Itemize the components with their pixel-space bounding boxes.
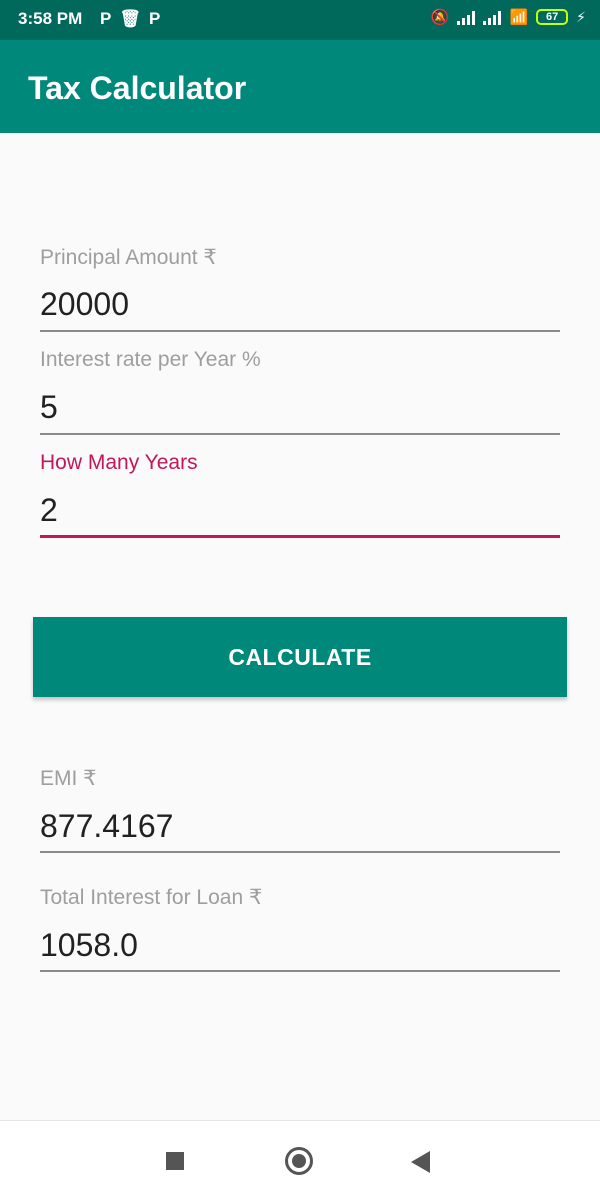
recents-icon[interactable] — [166, 1152, 184, 1170]
status-time: 3:58 PM — [18, 9, 83, 28]
parking-app-icon-2: P — [148, 9, 169, 28]
battery-icon: 67 — [536, 9, 569, 25]
status-bar: 3:58 PM P🗑P 🔕 📶 67 ⚡ — [0, 0, 600, 40]
principal-underline — [40, 330, 560, 332]
parking-app-icon: P — [100, 9, 120, 28]
navigation-bar — [0, 1120, 600, 1201]
back-icon[interactable] — [411, 1151, 430, 1173]
emi-underline — [40, 851, 560, 853]
years-input[interactable]: 2 — [40, 492, 58, 529]
alarm-off-icon: 🔕 — [430, 9, 450, 26]
years-underline — [40, 535, 560, 538]
status-notification-icons: P🗑P — [100, 9, 168, 29]
status-right-icons: 🔕 📶 67 ⚡ — [430, 8, 586, 27]
calculate-button[interactable]: CALCULATE — [33, 617, 567, 697]
charging-icon: ⚡ — [576, 8, 586, 25]
signal-icon-2 — [483, 9, 502, 25]
total-interest-label: Total Interest for Loan ₹ — [40, 886, 263, 909]
emi-value[interactable]: 877.4167 — [40, 808, 173, 845]
years-label: How Many Years — [40, 451, 198, 474]
app-bar: Tax Calculator — [0, 40, 600, 133]
battery-level: 67 — [546, 11, 559, 23]
principal-input[interactable]: 20000 — [40, 286, 129, 323]
signal-icon — [457, 9, 476, 25]
app-title: Tax Calculator — [28, 70, 247, 106]
total-interest-value[interactable]: 1058.0 — [40, 927, 138, 964]
total-interest-underline — [40, 970, 560, 972]
principal-label: Principal Amount ₹ — [40, 246, 217, 269]
interest-underline — [40, 433, 560, 435]
interest-label: Interest rate per Year % — [40, 348, 261, 371]
home-icon[interactable] — [285, 1147, 313, 1175]
interest-input[interactable]: 5 — [40, 389, 58, 426]
emi-label: EMI ₹ — [40, 767, 97, 790]
trash-icon: 🗑 — [119, 9, 149, 28]
wifi-icon: 📶 — [509, 9, 529, 26]
